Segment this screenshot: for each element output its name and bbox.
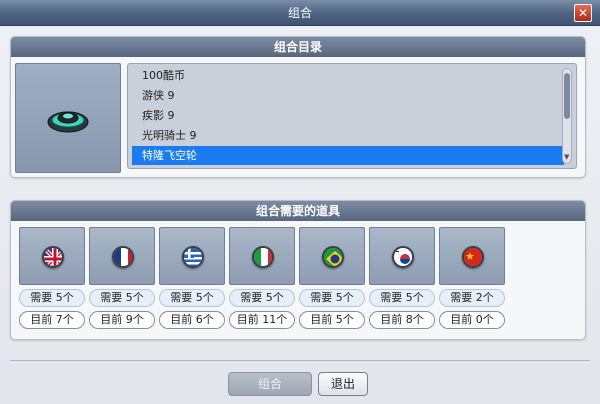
catalog-list[interactable]: 100酷币 游侠 9 疾影 9 光明骑士 9 特隆飞空轮 ▼ [127, 63, 577, 169]
scroll-down-icon[interactable]: ▼ [564, 153, 569, 161]
france-flag-icon [112, 246, 134, 268]
requirement-item: 需要 5个 目前 7个 [19, 227, 85, 329]
catalog-panel: 组合目录 100酷币 游侠 9 疾影 9 光明骑士 9 特隆飞空轮 ▼ [10, 36, 586, 178]
list-item[interactable]: 100酷币 [132, 66, 564, 85]
brazil-flag-icon [322, 246, 344, 268]
window-title: 组合 [287, 6, 312, 20]
item-slot[interactable] [299, 227, 365, 285]
have-count: 目前 0个 [439, 311, 505, 329]
have-count: 目前 6个 [159, 311, 225, 329]
item-slot[interactable] [229, 227, 295, 285]
item-slot[interactable] [89, 227, 155, 285]
close-button[interactable]: ✕ [574, 4, 592, 22]
list-scrollbar[interactable]: ▼ [562, 68, 572, 164]
have-count: 目前 8个 [369, 311, 435, 329]
korea-flag-icon [392, 246, 414, 268]
item-slot[interactable] [19, 227, 85, 285]
hover-wheel-icon [47, 111, 89, 133]
requirements-header: 组合需要的道具 [11, 201, 585, 221]
requirement-item: 需要 2个 目前 0个 [439, 227, 505, 329]
need-count: 需要 5个 [299, 289, 365, 307]
have-count: 目前 9个 [89, 311, 155, 329]
exit-button[interactable]: 退出 [318, 372, 368, 396]
requirement-item: 需要 5个 目前 11个 [229, 227, 295, 329]
need-count: 需要 2个 [439, 289, 505, 307]
china-flag-icon [462, 246, 484, 268]
requirement-item: 需要 5个 目前 8个 [369, 227, 435, 329]
need-count: 需要 5个 [19, 289, 85, 307]
need-count: 需要 5个 [369, 289, 435, 307]
greece-flag-icon [182, 246, 204, 268]
uk-flag-icon [42, 246, 64, 268]
close-icon: ✕ [577, 6, 589, 20]
item-slot[interactable] [369, 227, 435, 285]
need-count: 需要 5个 [229, 289, 295, 307]
catalog-header: 组合目录 [11, 37, 585, 57]
list-item[interactable]: 光明骑士 9 [132, 126, 564, 145]
have-count: 目前 5个 [299, 311, 365, 329]
have-count: 目前 11个 [229, 311, 295, 329]
need-count: 需要 5个 [89, 289, 155, 307]
requirement-item: 需要 5个 目前 9个 [89, 227, 155, 329]
italy-flag-icon [252, 246, 274, 268]
requirement-item: 需要 5个 目前 5个 [299, 227, 365, 329]
combine-button[interactable]: 组合 [228, 372, 312, 396]
list-item[interactable]: 游侠 9 [132, 86, 564, 105]
scroll-thumb[interactable] [564, 73, 570, 119]
item-preview [15, 63, 121, 173]
item-slot[interactable] [159, 227, 225, 285]
have-count: 目前 7个 [19, 311, 85, 329]
title-bar: 组合 ✕ [0, 0, 600, 26]
item-slot[interactable] [439, 227, 505, 285]
divider [10, 360, 590, 361]
requirements-panel: 组合需要的道具 需要 5个 目前 7个 需要 5个 目前 9个 需要 5个 目前… [10, 200, 586, 340]
list-item[interactable]: 疾影 9 [132, 106, 564, 125]
requirement-item: 需要 5个 目前 6个 [159, 227, 225, 329]
list-item-selected[interactable]: 特隆飞空轮 [132, 146, 564, 165]
need-count: 需要 5个 [159, 289, 225, 307]
